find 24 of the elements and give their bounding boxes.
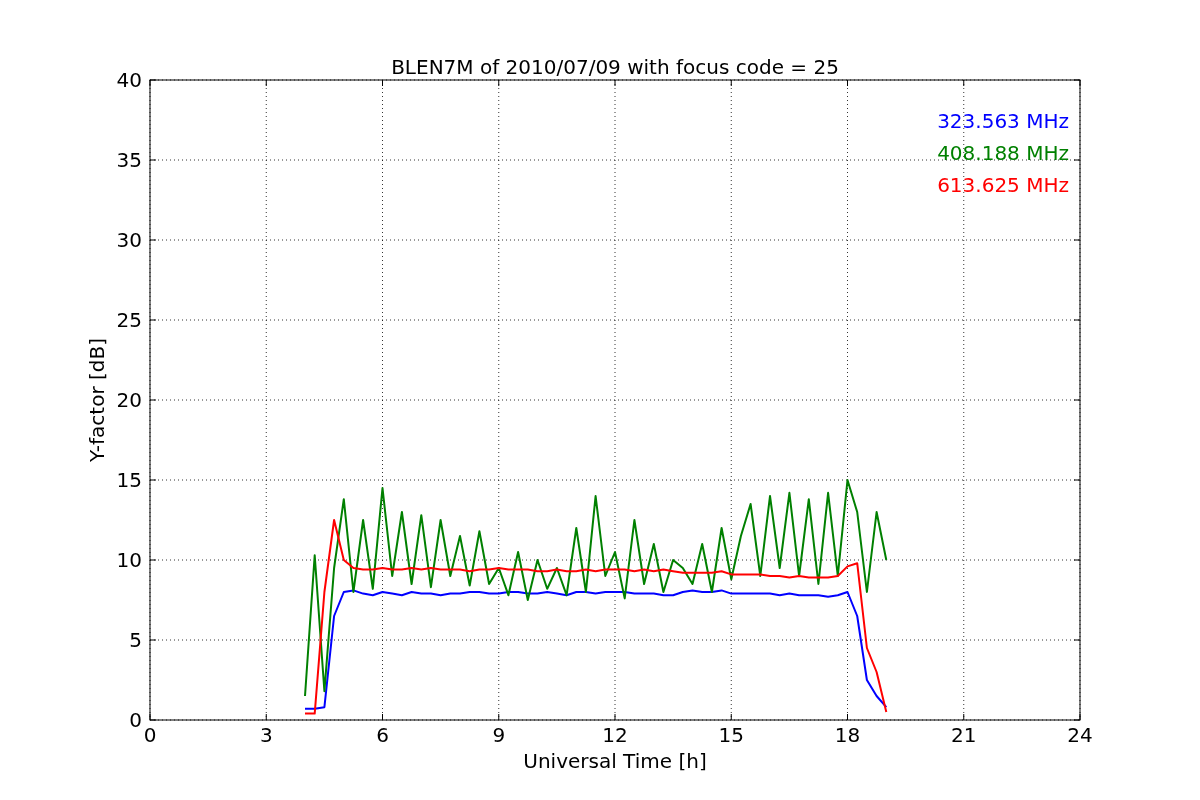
chart-title: BLEN7M of 2010/07/09 with focus code = 25 — [391, 55, 839, 79]
tick-label: 20 — [116, 388, 142, 412]
tick-label: 12 — [602, 723, 628, 747]
tick-label: 25 — [116, 308, 142, 332]
tick-label: 15 — [718, 723, 744, 747]
tick-label: 6 — [376, 723, 389, 747]
tick-label: 9 — [492, 723, 506, 747]
legend-label: 323.563 MHz — [937, 109, 1069, 133]
axis-label: Universal Time [h] — [523, 749, 707, 773]
tick-label: 35 — [116, 148, 142, 172]
tick-label: 24 — [1067, 723, 1093, 747]
tick-label: 40 — [116, 68, 142, 92]
tick-label: 0 — [129, 708, 142, 732]
legend-label: 613.625 MHz — [937, 173, 1069, 197]
axis-label: Y-factor [dB] — [85, 338, 109, 462]
tick-label: 0 — [143, 723, 157, 747]
legend-label: 408.188 MHz — [937, 141, 1069, 165]
tick-label: 15 — [116, 468, 142, 492]
tick-label: 10 — [116, 548, 142, 572]
tick-label: 30 — [116, 228, 142, 252]
tick-label: 5 — [129, 628, 142, 652]
tick-label: 3 — [259, 723, 273, 747]
tick-label: 21 — [951, 723, 977, 747]
tick-label: 18 — [834, 723, 861, 747]
